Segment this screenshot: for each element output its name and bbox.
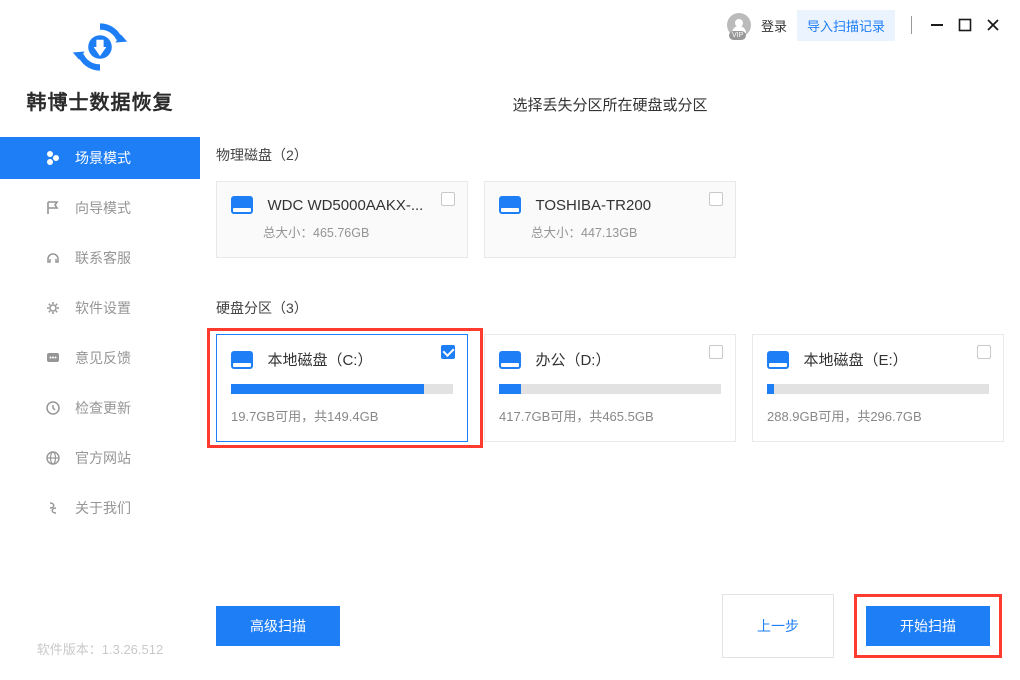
disk-icon xyxy=(231,351,253,369)
prev-button[interactable]: 上一步 xyxy=(722,594,834,658)
disk-icon xyxy=(499,351,521,369)
checkbox[interactable] xyxy=(441,345,455,359)
advanced-scan-button[interactable]: 高级扫描 xyxy=(216,606,340,646)
titlebar: VIP 登录 导入扫描记录 xyxy=(727,0,1020,50)
partition-card[interactable]: 本地磁盘（E:） 288.9GB可用，共296.7GB xyxy=(752,334,1004,442)
side-menu: 场景模式 向导模式 联系客服 软件设置 意见反馈 检查更新 官方网站 关于我们 xyxy=(0,137,200,529)
usage-fill xyxy=(767,384,774,394)
disk-name: WDC WD5000AAKX-... xyxy=(267,197,423,214)
disk-sub: 总大小：465.76GB xyxy=(263,222,453,241)
page-title: 选择丢失分区所在硬盘或分区 xyxy=(200,66,1020,145)
partition-name: 本地磁盘（E:） xyxy=(803,349,907,370)
sidebar-item-label: 场景模式 xyxy=(75,148,131,168)
scene-icon xyxy=(45,150,61,166)
flag-icon xyxy=(45,200,61,216)
sidebar-item-feedback[interactable]: 意见反馈 xyxy=(0,337,200,379)
usage-bar xyxy=(499,384,721,394)
globe-icon xyxy=(45,450,61,466)
partition-sub: 417.7GB可用，共465.5GB xyxy=(499,406,721,425)
physical-disks-row: WDC WD5000AAKX-... 总大小：465.76GB TOSHIBA-… xyxy=(216,181,1020,258)
app-name: 韩博士数据恢复 xyxy=(0,86,200,115)
checkbox[interactable] xyxy=(977,345,991,359)
checkbox[interactable] xyxy=(709,345,723,359)
sidebar-item-label: 检查更新 xyxy=(75,398,131,418)
app-logo xyxy=(71,18,129,76)
disk-icon xyxy=(499,196,521,214)
sidebar-item-label: 向导模式 xyxy=(75,198,131,218)
partitions-row: 本地磁盘（C:） 19.7GB可用，共149.4GB 办公（D:） 417.7G… xyxy=(216,334,1020,442)
usage-fill xyxy=(499,384,521,394)
start-scan-button[interactable]: 开始扫描 xyxy=(866,606,990,646)
disk-sub: 总大小：447.13GB xyxy=(531,222,721,241)
maximize-button[interactable] xyxy=(956,16,974,34)
partition-name: 本地磁盘（C:） xyxy=(267,349,372,370)
divider xyxy=(911,16,912,34)
import-scan-button[interactable]: 导入扫描记录 xyxy=(797,10,895,41)
partition-sub: 19.7GB可用，共149.4GB xyxy=(231,406,453,425)
gear-icon xyxy=(45,300,61,316)
version-label: 软件版本：1.3.26.512 xyxy=(0,639,200,658)
sidebar-item-update[interactable]: 检查更新 xyxy=(0,387,200,429)
physical-disk-card[interactable]: WDC WD5000AAKX-... 总大小：465.76GB xyxy=(216,181,468,258)
sidebar: 韩博士数据恢复 场景模式 向导模式 联系客服 软件设置 意见反馈 检查更新 xyxy=(0,0,200,680)
vip-badge: VIP xyxy=(729,31,746,40)
checkbox[interactable] xyxy=(709,192,723,206)
footer: 高级扫描 上一步 开始扫描 xyxy=(216,594,1002,658)
avatar[interactable]: VIP xyxy=(727,13,751,37)
sidebar-item-website[interactable]: 官方网站 xyxy=(0,437,200,479)
sidebar-item-about[interactable]: 关于我们 xyxy=(0,487,200,529)
feedback-icon xyxy=(45,350,61,366)
partition-card[interactable]: 办公（D:） 417.7GB可用，共465.5GB xyxy=(484,334,736,442)
sidebar-item-label: 官方网站 xyxy=(75,448,131,468)
usage-bar xyxy=(767,384,989,394)
partition-card[interactable]: 本地磁盘（C:） 19.7GB可用，共149.4GB xyxy=(216,334,468,442)
sidebar-item-label: 联系客服 xyxy=(75,248,131,268)
physical-disk-card[interactable]: TOSHIBA-TR200 总大小：447.13GB xyxy=(484,181,736,258)
highlight-annotation: 开始扫描 xyxy=(854,594,1002,658)
disk-icon xyxy=(231,196,253,214)
disk-name: TOSHIBA-TR200 xyxy=(535,197,651,214)
usage-bar xyxy=(231,384,453,394)
headset-icon xyxy=(45,250,61,266)
physical-disks-label: 物理磁盘（2） xyxy=(216,145,1020,165)
sidebar-item-support[interactable]: 联系客服 xyxy=(0,237,200,279)
sidebar-item-label: 意见反馈 xyxy=(75,348,131,368)
update-icon xyxy=(45,400,61,416)
usage-fill xyxy=(231,384,424,394)
sidebar-item-label: 软件设置 xyxy=(75,298,131,318)
partition-sub: 288.9GB可用，共296.7GB xyxy=(767,406,989,425)
about-icon xyxy=(45,500,61,516)
sidebar-item-wizard-mode[interactable]: 向导模式 xyxy=(0,187,200,229)
disk-icon xyxy=(767,351,789,369)
close-button[interactable] xyxy=(984,16,1002,34)
checkbox[interactable] xyxy=(441,192,455,206)
partition-name: 办公（D:） xyxy=(535,349,610,370)
main-panel: 选择丢失分区所在硬盘或分区 物理磁盘（2） WDC WD5000AAKX-...… xyxy=(200,50,1020,680)
sidebar-item-scene-mode[interactable]: 场景模式 xyxy=(0,137,200,179)
sidebar-item-settings[interactable]: 软件设置 xyxy=(0,287,200,329)
partitions-label: 硬盘分区（3） xyxy=(216,298,1020,318)
minimize-button[interactable] xyxy=(928,16,946,34)
login-link[interactable]: 登录 xyxy=(761,16,787,35)
sidebar-item-label: 关于我们 xyxy=(75,498,131,518)
